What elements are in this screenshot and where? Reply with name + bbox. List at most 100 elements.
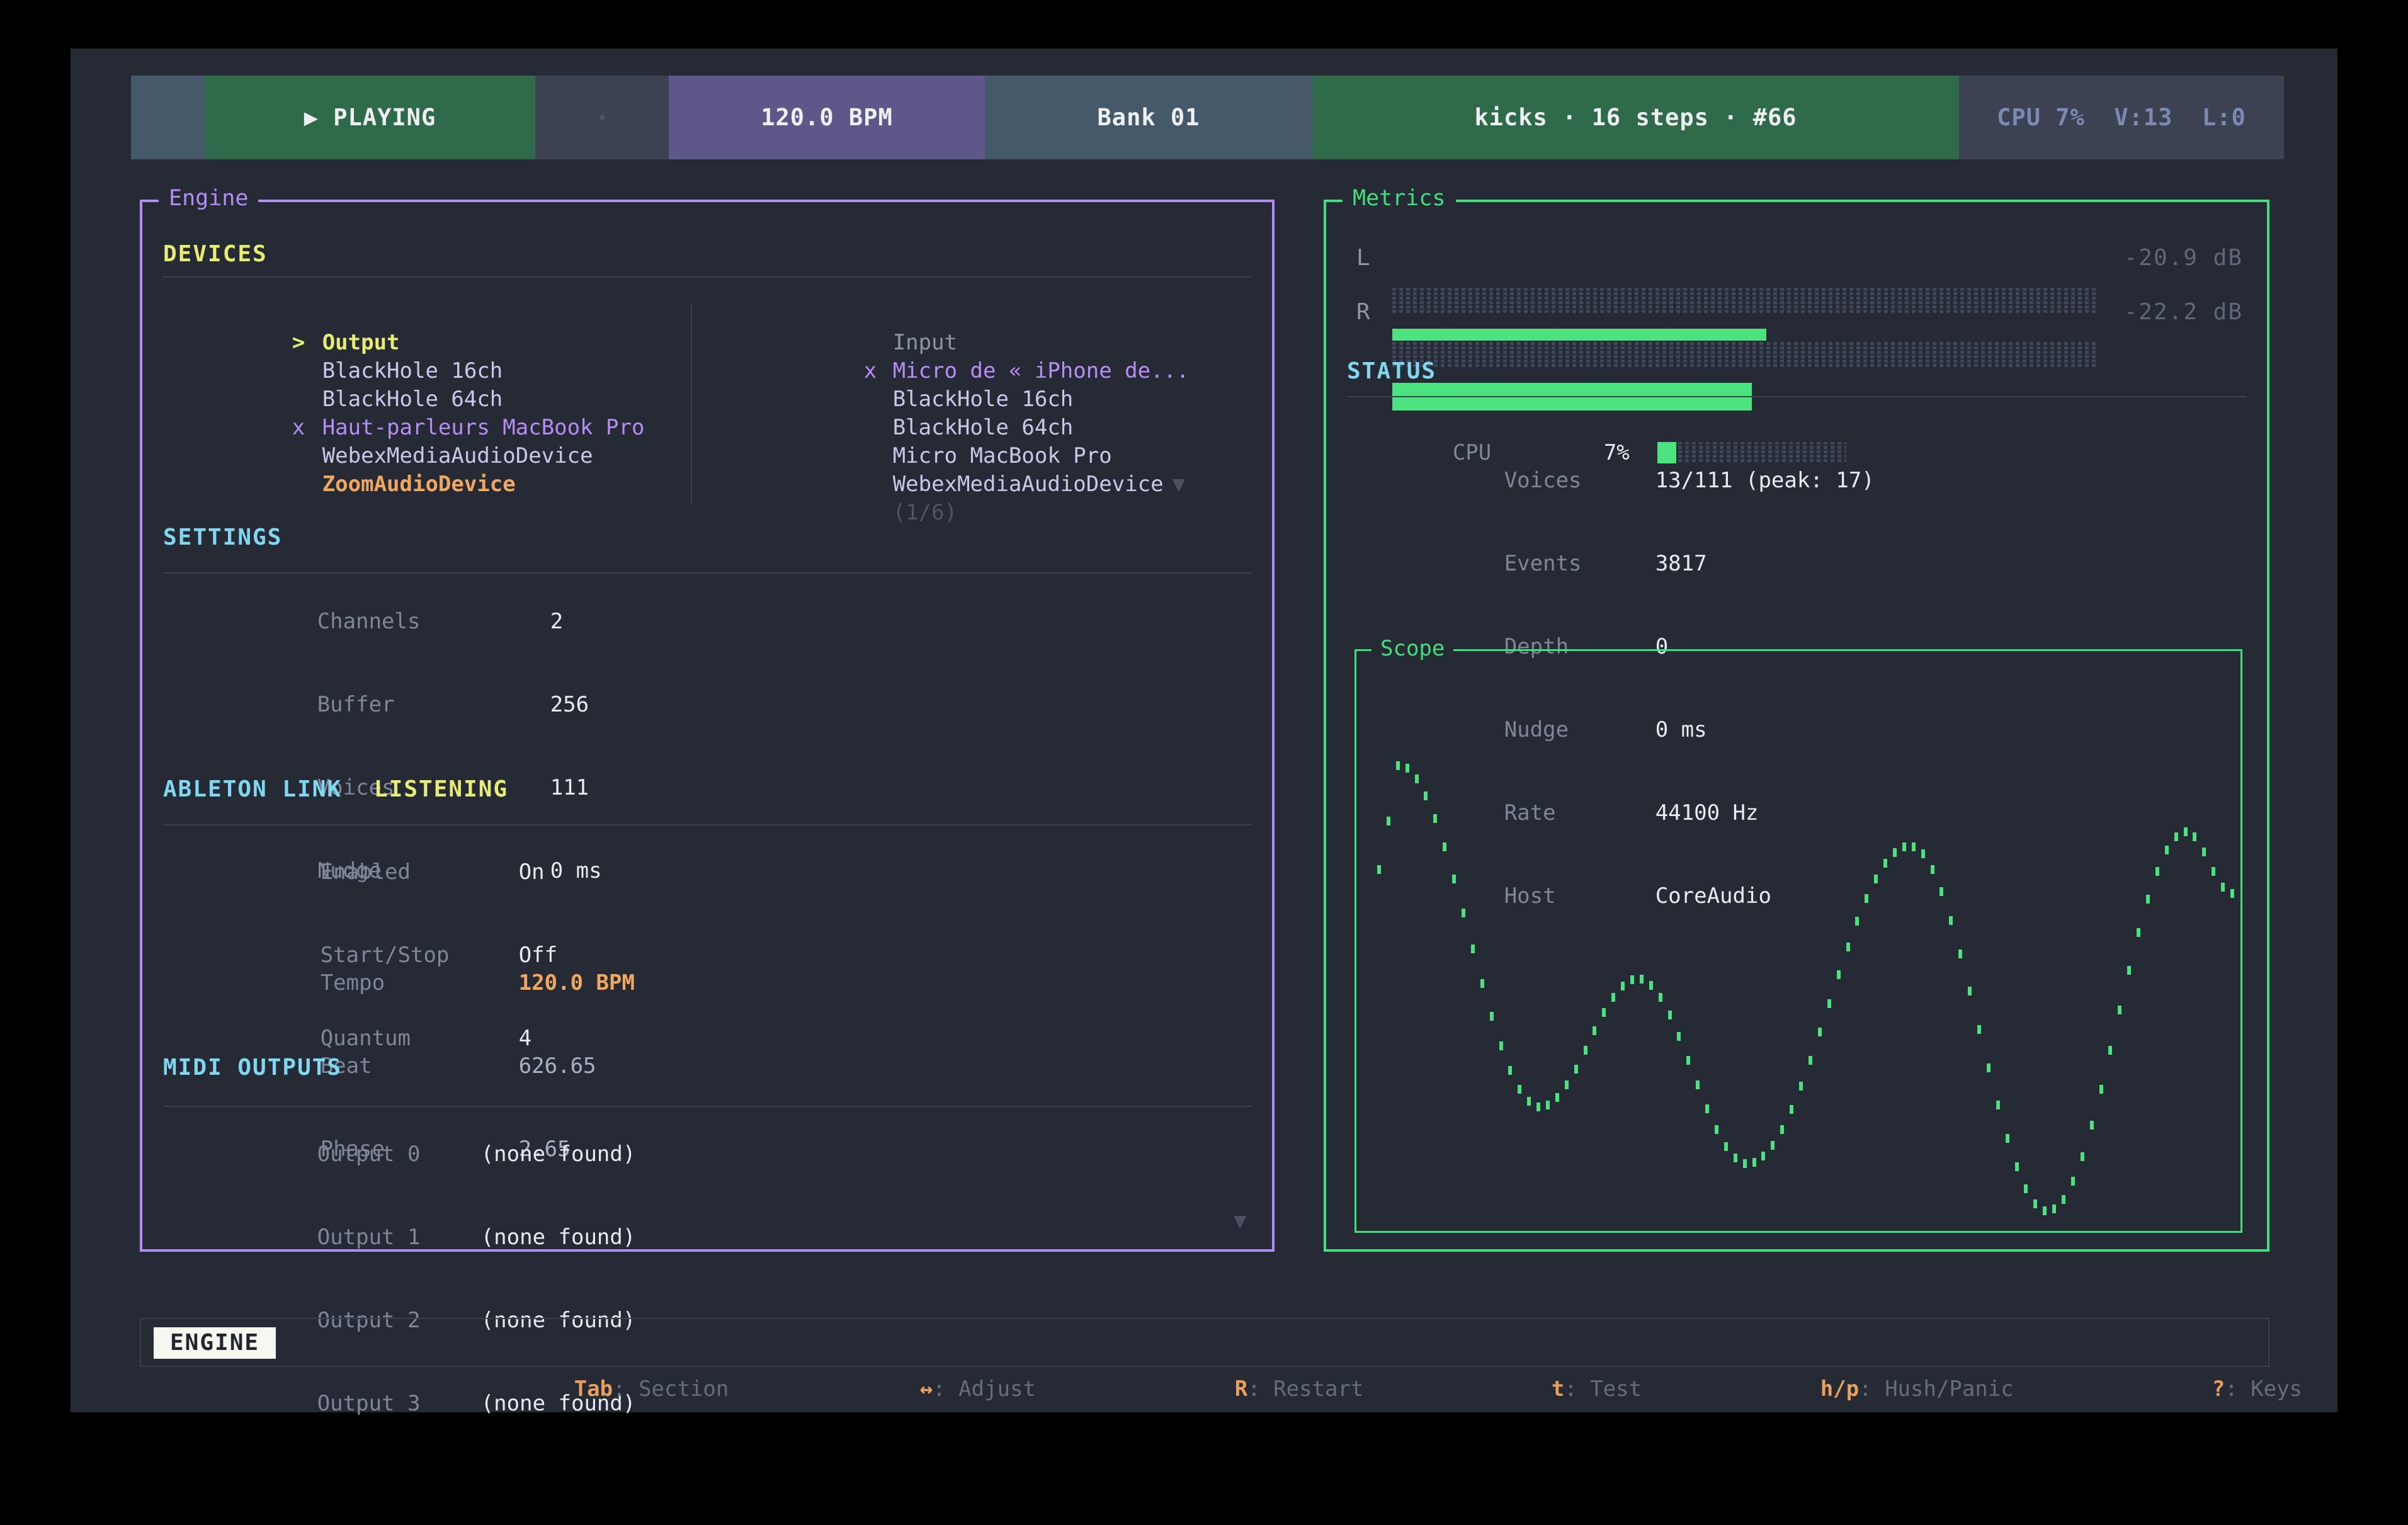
scope-sample-dot xyxy=(1574,1065,1578,1074)
scope-sample-dot xyxy=(1696,1080,1700,1089)
dropdown-arrow-icon xyxy=(1112,443,1121,468)
hint-key: t xyxy=(1552,1376,1564,1402)
setting-label: Channels xyxy=(317,608,550,635)
status-label: Events xyxy=(1504,550,1655,577)
link-value[interactable]: On xyxy=(519,859,545,885)
scope-sample-dot xyxy=(1536,1103,1540,1111)
dropdown-arrow-icon xyxy=(957,500,966,525)
device-label: Haut-parleurs MacBook Pro xyxy=(322,415,645,440)
top-bar-segment: Bank 01 xyxy=(985,76,1312,159)
device-label: Micro de « iPhone de... xyxy=(893,358,1190,383)
setting-value[interactable]: 256 xyxy=(550,692,589,717)
engine-panel-title: Engine xyxy=(159,186,258,211)
top-bar-segment: CPU 7% V:13 L:0 xyxy=(1959,76,2284,159)
scope-sample-dot xyxy=(2062,1195,2065,1204)
device-label: ZoomAudioDevice xyxy=(322,472,516,497)
scope-sample-dot xyxy=(1809,1056,1812,1065)
hint-key: R xyxy=(1235,1376,1247,1402)
device-label: BlackHole 64ch xyxy=(322,387,503,412)
scope-sample-dot xyxy=(1677,1032,1681,1041)
scope-sample-dot xyxy=(2006,1134,2009,1143)
key-hint: h/p: Hush/Panic xyxy=(1691,1319,2014,1366)
hint-label: : Adjust xyxy=(933,1376,1036,1402)
scope-sample-dot xyxy=(1846,943,1850,951)
scope-sample-dot xyxy=(1584,1046,1587,1055)
scope-sample-dot xyxy=(1996,1101,2000,1109)
scope-sample-dot xyxy=(2015,1162,2019,1171)
hint-key: h/p xyxy=(1820,1376,1859,1402)
key-hint: Tab: Section xyxy=(445,1319,729,1366)
dropdown-arrow-icon xyxy=(1073,415,1082,440)
scope-sample-dot xyxy=(2155,867,2159,876)
scope-sample-dot xyxy=(1790,1105,1793,1114)
device-label: WebexMediaAudioDevice xyxy=(893,472,1164,497)
scope-sample-dot xyxy=(1565,1080,1569,1089)
scope-sample-dot xyxy=(2118,1006,2121,1014)
meter-channel-label: L xyxy=(1356,244,1370,272)
midi-output-value: (none found) xyxy=(481,1225,636,1250)
midi-output-row: Output 0(none found) xyxy=(188,1113,635,1196)
device-label: Input xyxy=(893,330,957,355)
device-label: WebexMediaAudioDevice xyxy=(322,443,593,468)
scope-sample-dot xyxy=(1415,774,1419,783)
status-row: Voices13/111 (peak: 17) xyxy=(1375,439,1875,522)
metrics-panel: Metrics L -20.9 dB R -22.2 dB STATUS xyxy=(1324,200,2269,1252)
hint-label: : Section xyxy=(613,1376,729,1402)
setting-value[interactable]: 111 xyxy=(550,775,589,800)
scope-sample-dot xyxy=(1406,764,1409,773)
scope-sample-dot xyxy=(1893,848,1897,857)
scope-sample-dot xyxy=(2165,846,2169,854)
scope-sample-dot xyxy=(2043,1206,2047,1215)
scope-sample-dot xyxy=(1734,1154,1737,1162)
output-device-item[interactable]: >Output xyxy=(163,300,686,329)
scope-sample-dot xyxy=(1818,1028,1822,1036)
level-meter: R -22.2 dB xyxy=(1326,298,2267,326)
hint-key: Tab xyxy=(574,1376,613,1402)
device-label: (1/6) xyxy=(893,500,957,525)
scope-sample-dot xyxy=(2090,1121,2094,1130)
dropdown-arrow-icon xyxy=(644,415,653,440)
scope-sample-dot xyxy=(1377,865,1381,874)
scope-sample-dot xyxy=(1640,975,1644,984)
tempo-value: 626.65 xyxy=(519,1053,596,1079)
top-bar-segment: kicks · 16 steps · #66 xyxy=(1312,76,1959,159)
output-device-list: >Output BlackHole 16ch BlackHole 64ch xH… xyxy=(163,300,686,470)
dropdown-arrow-icon xyxy=(503,358,511,383)
scope-sample-dot xyxy=(2099,1085,2103,1094)
midi-output-value: (none found) xyxy=(481,1142,636,1167)
input-device-item[interactable]: Input xyxy=(735,300,1258,329)
scope-sample-dot xyxy=(1761,1152,1765,1160)
scope-sample-dot xyxy=(1743,1159,1747,1168)
device-label: BlackHole 64ch xyxy=(893,415,1074,440)
divider xyxy=(163,572,1251,574)
scope-sample-dot xyxy=(1611,993,1615,1002)
scope-sample-dot xyxy=(2024,1184,2028,1193)
segment-label: Bank 01 xyxy=(1098,104,1200,131)
scope-sample-dot xyxy=(2071,1177,2075,1186)
midi-output-label: Output 1 xyxy=(317,1223,481,1251)
scope-sample-dot xyxy=(1555,1093,1559,1102)
scope-sample-dot xyxy=(1715,1125,1718,1134)
setting-value[interactable]: 2 xyxy=(550,609,563,634)
scope-sample-dot xyxy=(2184,827,2188,836)
top-bar-segment xyxy=(535,76,669,159)
hint-label: : Keys xyxy=(2225,1376,2302,1402)
setting-value[interactable]: 0 ms xyxy=(550,858,602,883)
scope-sample-dot xyxy=(1752,1158,1756,1167)
scope-sample-dot xyxy=(2202,848,2206,856)
scope-sample-dot xyxy=(1686,1056,1690,1065)
status-value: 13/111 (peak: 17) xyxy=(1655,468,1875,493)
scope-sample-dot xyxy=(2137,928,2140,937)
setting-label: Buffer xyxy=(317,691,550,718)
settings-row: Buffer256 xyxy=(188,663,602,746)
hint-key: ↔ xyxy=(920,1376,933,1402)
hint-label: : Hush/Panic xyxy=(1859,1376,2014,1402)
dropdown-arrow-icon xyxy=(503,387,511,412)
status-value: 3817 xyxy=(1655,551,1707,576)
scope-sample-dot xyxy=(1855,917,1859,926)
scope-sample-dot xyxy=(1912,842,1916,851)
engine-panel: Engine DEVICES >Output BlackHole 16ch Bl… xyxy=(140,200,1275,1252)
device-label: BlackHole 16ch xyxy=(893,387,1074,412)
divider xyxy=(1347,396,2246,397)
scroll-more-icon[interactable]: ▼ xyxy=(1234,1208,1246,1233)
